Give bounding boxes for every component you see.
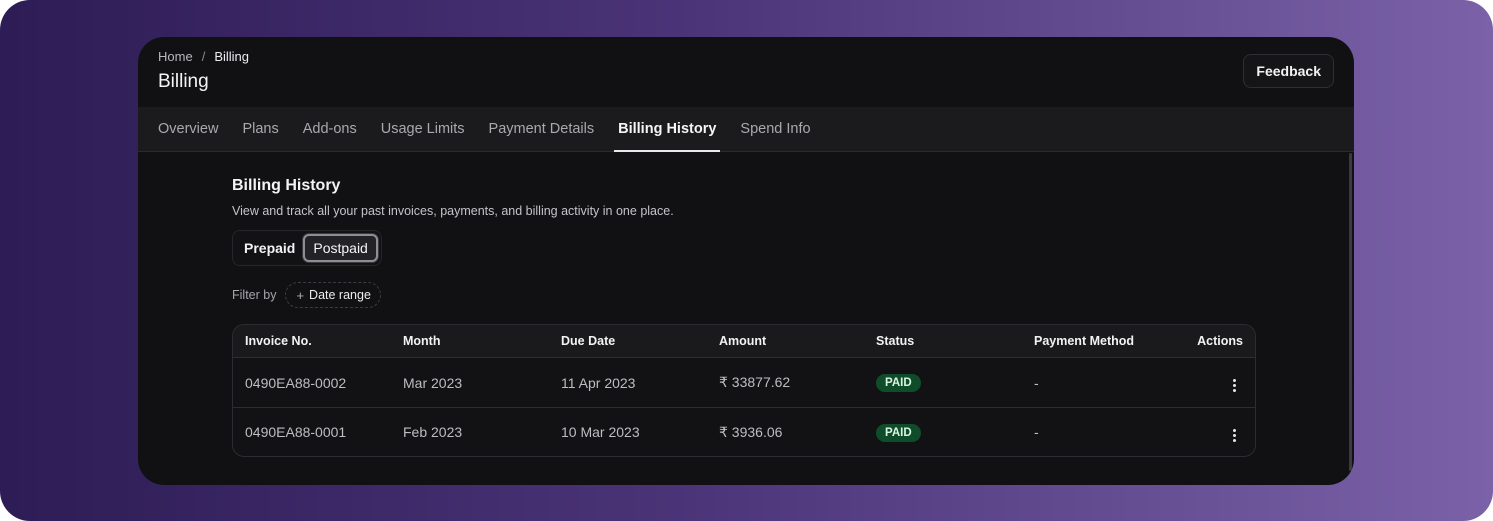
billing-history-section: Billing History View and track all your …: [232, 177, 1256, 457]
prepaid-toggle-button[interactable]: Prepaid: [236, 234, 303, 262]
postpaid-toggle-button[interactable]: Postpaid: [303, 234, 378, 262]
section-title: Billing History: [232, 177, 341, 194]
breadcrumb-separator: /: [201, 49, 206, 64]
status-cell: PAID: [876, 373, 1034, 392]
tab-usage-limits[interactable]: Usage Limits: [381, 107, 465, 151]
more-vertical-icon[interactable]: [1226, 425, 1242, 445]
invoice-due-date: 11 Apr 2023: [561, 374, 636, 391]
filter-row: Filter by + Date range: [232, 282, 1256, 308]
column-header-payment-method: Payment Method: [1034, 334, 1135, 348]
tab-payment-details[interactable]: Payment Details: [489, 107, 595, 151]
tab-spend-info[interactable]: Spend Info: [740, 107, 810, 151]
content-scrollbar[interactable]: [1349, 153, 1352, 471]
status-badge: PAID: [876, 423, 921, 442]
column-header-due-date: Due Date: [561, 334, 616, 348]
tab-bar: Overview Plans Add-ons Usage Limits Paym…: [138, 107, 1354, 152]
background-frame: Home / Billing Billing Feedback Overview…: [0, 0, 1493, 521]
column-header-amount: Amount: [719, 334, 767, 348]
column-header-actions: Actions: [1197, 334, 1243, 348]
column-header-status: Status: [876, 334, 915, 348]
page-header: Home / Billing Billing Feedback: [138, 37, 1354, 107]
invoice-amount: ₹ 3936.06: [719, 423, 783, 440]
more-vertical-icon[interactable]: [1226, 376, 1242, 396]
billing-window: Home / Billing Billing Feedback Overview…: [138, 37, 1354, 485]
table-row: 0490EA88-0001 Feb 2023 10 Mar 2023 ₹ 393…: [233, 407, 1255, 456]
date-range-filter-chip[interactable]: + Date range: [285, 282, 381, 308]
tab-overview[interactable]: Overview: [158, 107, 218, 151]
breadcrumb-home[interactable]: Home: [158, 49, 193, 64]
invoice-month: Feb 2023: [403, 424, 463, 440]
table-header-row: Invoice No. Month Due Date Amount Status…: [233, 325, 1255, 358]
column-header-month: Month: [403, 334, 441, 348]
payment-method: -: [1034, 424, 1039, 440]
section-description: View and track all your past invoices, p…: [232, 204, 674, 218]
breadcrumb: Home / Billing: [158, 49, 249, 64]
page-title: Billing: [158, 71, 209, 92]
column-header-invoice: Invoice No.: [245, 334, 312, 348]
status-cell: PAID: [876, 423, 1034, 442]
actions-cell: [1154, 419, 1243, 446]
tab-add-ons[interactable]: Add-ons: [303, 107, 357, 151]
filter-label: Filter by: [232, 288, 277, 302]
feedback-button[interactable]: Feedback: [1243, 54, 1334, 88]
invoice-number: 0490EA88-0002: [245, 374, 347, 391]
invoice-due-date: 10 Mar 2023: [561, 424, 640, 440]
status-badge: PAID: [876, 374, 921, 392]
plus-icon: +: [296, 287, 305, 303]
actions-cell: [1154, 369, 1243, 396]
breadcrumb-current: Billing: [214, 49, 249, 64]
date-range-label: Date range: [309, 288, 371, 302]
invoice-month: Mar 2023: [403, 374, 463, 391]
tab-plans[interactable]: Plans: [242, 107, 278, 151]
plan-type-toggle: Prepaid Postpaid: [232, 230, 382, 266]
invoice-amount: ₹ 33877.62: [719, 374, 791, 390]
payment-method: -: [1034, 374, 1039, 391]
tab-billing-history[interactable]: Billing History: [614, 107, 721, 152]
invoice-table: Invoice No. Month Due Date Amount Status…: [232, 324, 1256, 457]
table-row: 0490EA88-0002 Mar 2023 11 Apr 2023 ₹ 338…: [233, 358, 1255, 407]
invoice-number: 0490EA88-0001: [245, 424, 347, 440]
